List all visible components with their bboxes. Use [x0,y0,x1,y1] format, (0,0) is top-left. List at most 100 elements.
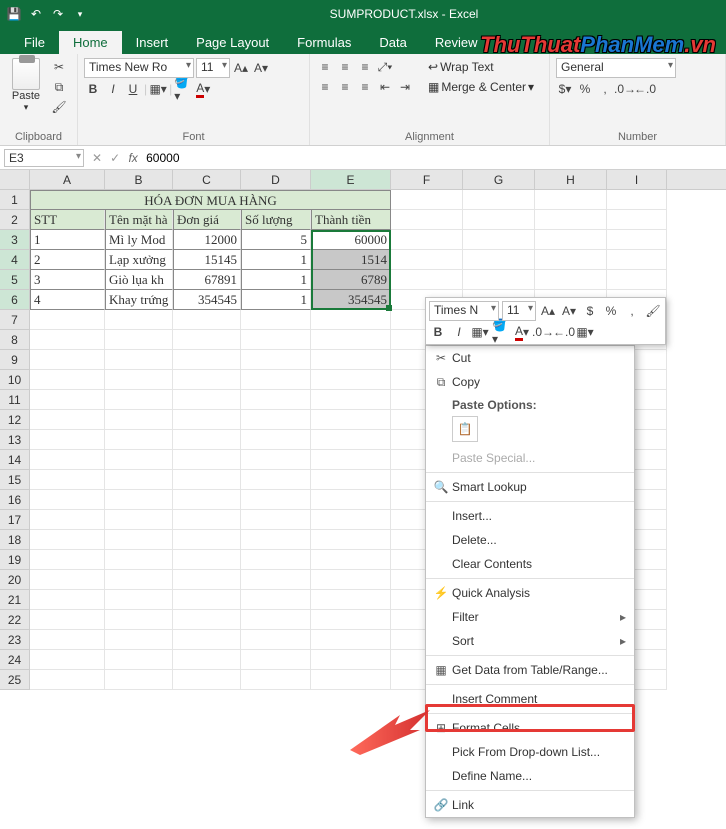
row-header[interactable]: 20 [0,570,30,590]
mini-percent-icon[interactable]: % [602,302,620,320]
cell[interactable] [241,510,311,530]
redo-icon[interactable]: ↷ [50,6,66,22]
paste-button[interactable]: Paste ▾ [6,58,46,113]
cell[interactable] [311,470,391,490]
cell-E6[interactable]: 354545 [311,290,391,310]
font-size-select[interactable]: 11 [196,58,230,78]
cell[interactable] [173,430,241,450]
cell[interactable] [30,470,105,490]
cell[interactable] [173,450,241,470]
row-header[interactable]: 12 [0,410,30,430]
col-B[interactable]: B [105,170,173,189]
mini-border-icon[interactable]: ▦▾ [471,323,489,341]
mini-merge-icon[interactable]: ▦▾ [576,323,594,341]
formula-input[interactable] [142,149,726,167]
cell[interactable] [241,410,311,430]
currency-icon[interactable]: $▾ [556,80,574,98]
row-header[interactable]: 10 [0,370,30,390]
cell[interactable] [105,590,173,610]
cell[interactable] [105,510,173,530]
cut-icon[interactable]: ✂ [50,58,68,76]
cell[interactable] [30,670,105,690]
row-header[interactable]: 9 [0,350,30,370]
cell[interactable] [463,250,535,270]
col-H[interactable]: H [535,170,607,189]
cell[interactable] [105,570,173,590]
cell[interactable] [241,590,311,610]
mini-format-painter-icon[interactable]: 🖌 [644,302,662,320]
cell[interactable] [241,430,311,450]
cell[interactable] [311,410,391,430]
row-header[interactable]: 22 [0,610,30,630]
row-header[interactable]: 6 [0,290,30,310]
mini-currency-icon[interactable]: $ [581,302,599,320]
align-bottom-icon[interactable]: ≡ [356,58,374,76]
tab-home[interactable]: Home [59,31,122,54]
cell[interactable] [105,410,173,430]
mini-font-size[interactable]: 11 [502,301,536,321]
cell[interactable] [173,510,241,530]
cell[interactable]: 2 [30,250,105,270]
tab-insert[interactable]: Insert [122,31,183,54]
row-header[interactable]: 16 [0,490,30,510]
shrink-font-icon[interactable]: A▾ [252,59,270,77]
cell[interactable] [173,550,241,570]
font-color-icon[interactable]: A▾ [194,80,212,98]
cell[interactable] [30,630,105,650]
col-D[interactable]: D [241,170,311,189]
cell[interactable] [241,670,311,690]
ctx-clear-contents[interactable]: Clear Contents [426,552,634,576]
cell[interactable] [173,350,241,370]
cell[interactable] [173,670,241,690]
cell[interactable]: Khay trứng [105,290,173,310]
ctx-copy[interactable]: ⧉Copy [426,370,634,394]
ctx-insert-comment[interactable]: Insert Comment [426,687,634,711]
enter-icon[interactable]: ✓ [106,151,124,165]
cell[interactable] [607,230,667,250]
cell[interactable] [105,490,173,510]
row-header[interactable]: 17 [0,510,30,530]
cell-header[interactable]: Số lượng [241,210,311,230]
cell[interactable] [311,510,391,530]
ctx-link[interactable]: 🔗Link [426,793,634,817]
cell[interactable] [391,210,463,230]
cell[interactable] [241,490,311,510]
merge-center-button[interactable]: ▦Merge & Center ▾ [424,78,538,96]
row-header[interactable]: 11 [0,390,30,410]
ctx-define-name[interactable]: Define Name... [426,764,634,788]
cell[interactable] [311,450,391,470]
cell[interactable]: 4 [30,290,105,310]
fx-icon[interactable]: fx [124,151,142,165]
row-header[interactable]: 4 [0,250,30,270]
cell[interactable] [105,670,173,690]
cell[interactable] [105,330,173,350]
row-header[interactable]: 3 [0,230,30,250]
bold-button[interactable]: B [84,80,102,98]
mini-font-name[interactable]: Times N [429,301,499,321]
cell[interactable] [311,310,391,330]
row-header[interactable]: 13 [0,430,30,450]
cancel-icon[interactable]: ✕ [88,151,106,165]
cell[interactable] [391,230,463,250]
cell[interactable] [105,350,173,370]
cell[interactable] [30,330,105,350]
cell[interactable] [105,430,173,450]
mini-comma-icon[interactable]: , [623,302,641,320]
cell[interactable] [30,410,105,430]
cell[interactable] [241,350,311,370]
cell[interactable] [105,310,173,330]
number-format-select[interactable]: General [556,58,676,78]
ctx-filter[interactable]: Filter▸ [426,605,634,629]
inc-decimal-icon[interactable]: .0→ [616,80,634,98]
percent-icon[interactable]: % [576,80,594,98]
save-icon[interactable]: 💾 [6,6,22,22]
cell[interactable] [30,390,105,410]
row-header[interactable]: 5 [0,270,30,290]
cell[interactable] [173,390,241,410]
row-header[interactable]: 18 [0,530,30,550]
cell[interactable]: 15145 [173,250,241,270]
ctx-format-cells[interactable]: ⊞Format Cells... [426,716,634,740]
mini-dec-decimal-icon[interactable]: ←.0 [555,323,573,341]
cell[interactable]: Giò lụa kh [105,270,173,290]
cell[interactable]: 67891 [173,270,241,290]
